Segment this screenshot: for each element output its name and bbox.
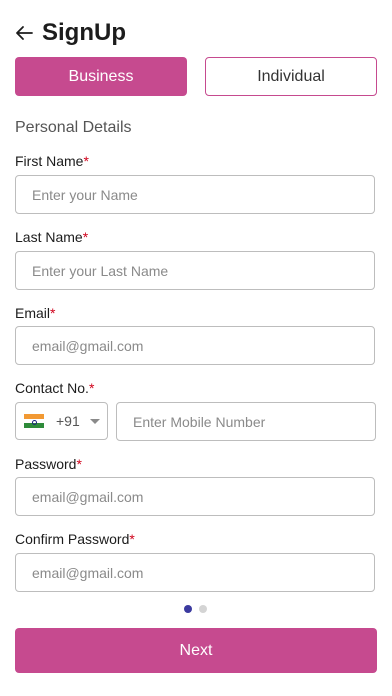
password-input[interactable] bbox=[32, 478, 374, 515]
required-marker: * bbox=[88, 380, 95, 396]
email-field-box bbox=[15, 326, 375, 365]
password-label: Password* bbox=[15, 456, 82, 472]
required-marker: * bbox=[76, 456, 82, 472]
first-name-input[interactable] bbox=[32, 176, 374, 213]
confirm-password-label: Confirm Password* bbox=[15, 531, 135, 547]
mobile-field-box bbox=[116, 402, 376, 441]
last-name-input[interactable] bbox=[32, 252, 374, 289]
page-dot bbox=[199, 605, 207, 613]
confirm-password-input[interactable] bbox=[32, 554, 374, 591]
required-marker: * bbox=[50, 305, 56, 321]
required-marker: * bbox=[129, 531, 135, 547]
required-marker: * bbox=[82, 229, 89, 245]
email-label: Email* bbox=[15, 305, 56, 321]
page-title: SignUp bbox=[42, 19, 126, 46]
email-input[interactable] bbox=[32, 327, 374, 364]
next-button[interactable]: Next bbox=[15, 628, 377, 673]
india-flag-icon bbox=[24, 414, 44, 429]
header: SignUp bbox=[14, 16, 126, 50]
last-name-label: Last Name* bbox=[15, 229, 89, 245]
first-name-field-box bbox=[15, 175, 375, 214]
first-name-label: First Name* bbox=[15, 153, 89, 169]
contact-label: Contact No.* bbox=[15, 380, 95, 396]
account-type-tabs: Business Individual bbox=[15, 57, 377, 96]
back-arrow-icon[interactable] bbox=[14, 23, 34, 43]
required-marker: * bbox=[83, 153, 89, 169]
tab-business[interactable]: Business bbox=[15, 57, 187, 96]
page-indicator bbox=[184, 605, 207, 613]
confirm-password-field-box bbox=[15, 553, 375, 592]
page-dot-active bbox=[184, 605, 192, 613]
tab-individual[interactable]: Individual bbox=[205, 57, 377, 96]
country-code: +91 bbox=[56, 413, 80, 429]
last-name-field-box bbox=[15, 251, 375, 290]
chevron-down-icon bbox=[89, 418, 100, 424]
country-code-select[interactable]: +91 bbox=[15, 402, 108, 440]
section-title: Personal Details bbox=[15, 119, 132, 136]
mobile-number-input[interactable] bbox=[133, 403, 375, 440]
password-field-box bbox=[15, 477, 375, 516]
